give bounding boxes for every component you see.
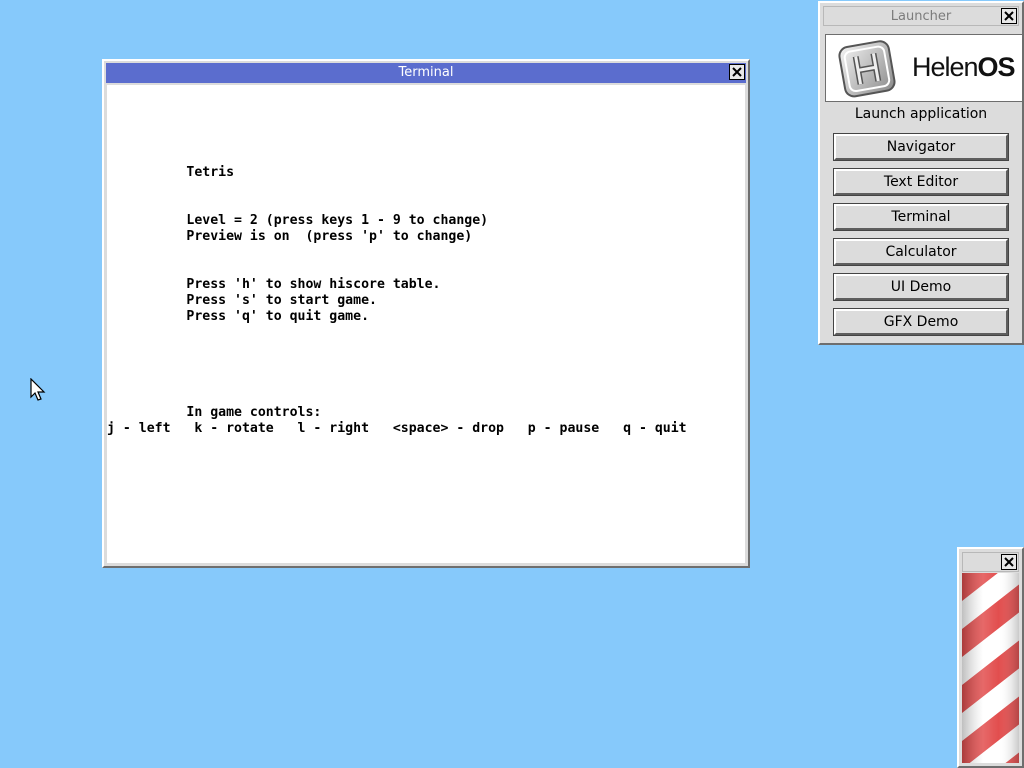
barber-pole-window[interactable] xyxy=(957,547,1024,768)
barber-pole-stripes-icon xyxy=(962,573,1019,763)
launch-terminal-button[interactable]: Terminal xyxy=(833,203,1009,231)
terminal-line: Tetris xyxy=(107,165,235,180)
barber-pole xyxy=(962,573,1019,763)
helenos-logo-icon xyxy=(838,40,896,98)
terminal-content[interactable]: Tetris Level = 2 (press keys 1 - 9 to ch… xyxy=(107,85,745,563)
launcher-close-button[interactable] xyxy=(1001,8,1017,24)
launch-text-editor-button[interactable]: Text Editor xyxy=(833,168,1009,196)
close-icon xyxy=(1004,557,1014,567)
helenos-logo-text: HelenOS xyxy=(912,52,1016,82)
mouse-cursor-icon xyxy=(30,378,46,401)
launch-gfx-demo-button[interactable]: GFX Demo xyxy=(833,308,1009,336)
terminal-titlebar[interactable]: Terminal xyxy=(106,63,746,83)
barber-pole-close-button[interactable] xyxy=(1001,554,1017,570)
launcher-window[interactable]: Launcher HelenOS Launch application Navi… xyxy=(818,1,1024,345)
launch-calculator-button[interactable]: Calculator xyxy=(833,238,1009,266)
terminal-line: Press 'h' to show hiscore table. xyxy=(107,277,441,292)
close-icon xyxy=(1004,11,1014,21)
terminal-line: Level = 2 (press keys 1 - 9 to change) xyxy=(107,213,489,228)
barber-pole-titlebar[interactable] xyxy=(962,552,1019,572)
terminal-close-button[interactable] xyxy=(729,64,745,80)
launcher-title: Launcher xyxy=(890,9,952,24)
launch-navigator-button[interactable]: Navigator xyxy=(833,133,1009,161)
terminal-line: Press 's' to start game. xyxy=(107,293,377,308)
terminal-line: In game controls: xyxy=(107,405,322,420)
helenos-logo: HelenOS xyxy=(825,34,1023,102)
launch-application-label: Launch application xyxy=(854,106,988,122)
terminal-line: Preview is on (press 'p' to change) xyxy=(107,229,473,244)
terminal-window[interactable]: Terminal Tetris Level = 2 (press keys 1 … xyxy=(102,59,750,568)
terminal-line: j - left k - rotate l - right <space> - … xyxy=(107,421,687,436)
launcher-titlebar[interactable]: Launcher xyxy=(823,6,1019,26)
close-icon xyxy=(732,67,742,77)
terminal-line: Press 'q' to quit game. xyxy=(107,309,370,324)
terminal-title: Terminal xyxy=(398,65,454,80)
launch-ui-demo-button[interactable]: UI Demo xyxy=(833,273,1009,301)
